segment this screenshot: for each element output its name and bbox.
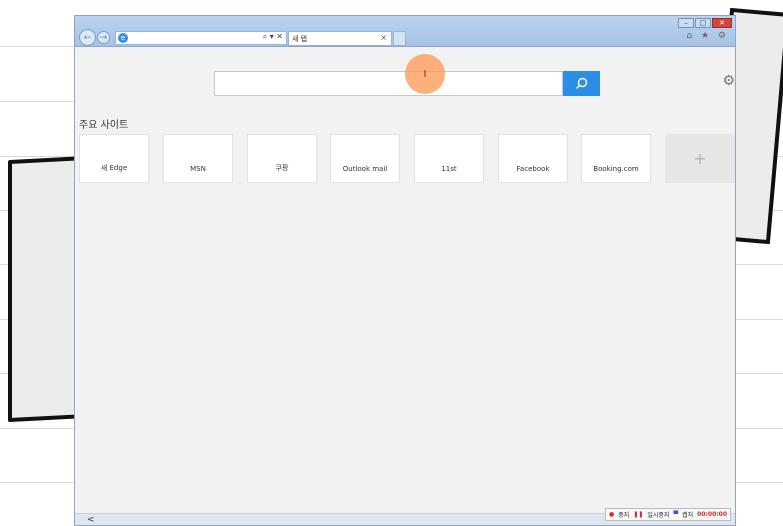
tab-close-icon[interactable]: × [380,33,387,42]
text-cursor-icon: I [423,68,427,80]
window-controls: – □ ✕ [678,18,732,28]
minimize-button[interactable]: – [678,18,694,28]
scroll-left-arrow-icon[interactable]: < [87,515,95,525]
section-title: 주요 사이트 [79,120,129,131]
forward-arrow-icon: → [99,32,108,43]
add-site-button[interactable]: + [665,134,735,183]
site-tile[interactable]: 쿠팡 [247,134,317,183]
tile-label: MSN [190,165,206,173]
close-button[interactable]: ✕ [712,18,732,28]
search-icon [576,77,588,89]
site-tile[interactable]: Facebook [498,134,568,183]
search-button[interactable] [563,71,600,96]
site-tile[interactable]: 새 Edge [79,134,149,183]
toolbar-icons[interactable]: ⌂ ★ ⚙ [686,31,729,41]
recorder-capture-button[interactable]: 캡처 [682,510,693,519]
tab-label: 새 탭 [292,34,308,43]
tab-new-tab[interactable]: 새 탭 × [288,31,392,46]
screen-recorder-bar: ● 중지 ❚❚ 일시중지 ▀ 캡처 00:00:00 [605,508,731,521]
maximize-button[interactable]: □ [695,18,711,28]
address-bar[interactable]: e ⌕ ▾ ✕ [115,31,287,45]
ie-logo-icon: e [118,33,128,43]
tile-label: 쿠팡 [275,164,289,172]
site-tile[interactable]: Booking.com [581,134,651,183]
new-tab-button[interactable] [393,31,406,46]
stop-icon: ● [609,511,615,518]
site-tile[interactable]: 11st [414,134,484,183]
tile-label: 새 Edge [100,164,128,172]
back-button[interactable]: ← [79,29,96,46]
forward-button[interactable]: → [97,31,110,44]
recording-time: 00:00:00 [697,511,727,518]
pause-icon: ❚❚ [633,511,644,518]
recorder-stop-button[interactable]: 중지 [618,510,629,519]
title-bar: ← → e ⌕ ▾ ✕ 새 탭 × – □ ✕ ⌂ ★ ⚙ [75,16,735,47]
address-tools[interactable]: ⌕ ▾ ✕ [263,32,283,42]
recorder-pause-button[interactable]: 일시중지 [647,510,669,519]
cursor-highlight: I [405,54,445,94]
tile-label: 11st [441,165,457,173]
site-tile[interactable]: Outlook mail [330,134,400,183]
gear-icon[interactable]: ⚙ [722,73,735,89]
back-arrow-icon: ← [83,32,92,43]
tile-label: Facebook [516,165,550,173]
search-input[interactable] [214,71,563,96]
site-tile[interactable]: MSN [163,134,233,183]
browser-window: ← → e ⌕ ▾ ✕ 새 탭 × – □ ✕ ⌂ ★ ⚙ I ⚙ 주요 사이트… [74,15,736,526]
tile-label: Outlook mail [342,165,388,173]
plus-icon: + [693,149,707,168]
capture-icon: ▀ [673,511,679,518]
tile-label: Booking.com [593,165,639,173]
